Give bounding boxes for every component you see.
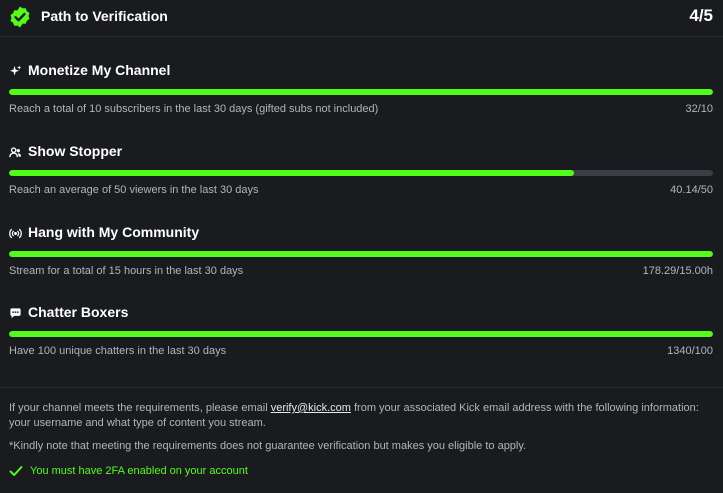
section-divider xyxy=(0,387,723,388)
eligibility-note: *Kindly note that meeting the requiremen… xyxy=(9,440,527,452)
requirement-value: 1340/100 xyxy=(667,345,713,357)
requirement-monetize: Monetize My Channel Reach a total of 10 … xyxy=(0,62,723,142)
requirement-value: 32/10 xyxy=(685,103,713,115)
broadcast-icon xyxy=(9,228,22,239)
requirement-description: Reach a total of 10 subscribers in the l… xyxy=(9,103,379,115)
verification-instructions: If your channel meets the requirements, … xyxy=(9,401,709,431)
chat-bubble-icon xyxy=(10,308,21,319)
progress-fill xyxy=(9,170,575,176)
progress-fill xyxy=(9,89,713,95)
requirement-title: Show Stopper xyxy=(28,143,123,159)
requirement-value: 40.14/50 xyxy=(670,184,713,196)
sparkle-icon xyxy=(9,65,22,76)
progress-count: 4/5 xyxy=(689,6,713,25)
requirement-community: Hang with My Community Stream for a tota… xyxy=(0,224,723,304)
progress-bar xyxy=(9,170,713,176)
verify-email-link[interactable]: verify@kick.com xyxy=(271,402,351,414)
requirement-description: Reach an average of 50 viewers in the la… xyxy=(9,184,259,196)
requirement-title: Chatter Boxers xyxy=(28,304,129,320)
requirement-description: Stream for a total of 15 hours in the la… xyxy=(9,265,244,277)
twofa-text: You must have 2FA enabled on your accoun… xyxy=(30,465,248,477)
requirement-title: Monetize My Channel xyxy=(28,62,171,78)
requirement-value: 178.29/15.00h xyxy=(642,265,713,277)
requirement-description: Have 100 unique chatters in the last 30 … xyxy=(9,345,227,357)
requirement-show-stopper: Show Stopper Reach an average of 50 view… xyxy=(0,143,723,223)
requirement-chatter: Chatter Boxers Have 100 unique chatters … xyxy=(0,304,723,384)
progress-fill xyxy=(9,251,713,257)
progress-bar xyxy=(9,331,713,337)
progress-bar xyxy=(9,89,713,95)
verified-badge-icon xyxy=(10,6,30,28)
requirement-title: Hang with My Community xyxy=(28,224,200,240)
verification-header: Path to Verification 4/5 xyxy=(0,0,723,37)
instructions-text-start: If your channel meets the requirements, … xyxy=(9,402,271,414)
page-title: Path to Verification xyxy=(41,8,168,24)
progress-bar xyxy=(9,251,713,257)
checkmark-icon xyxy=(9,466,23,476)
users-icon xyxy=(9,147,22,158)
progress-fill xyxy=(9,331,713,337)
